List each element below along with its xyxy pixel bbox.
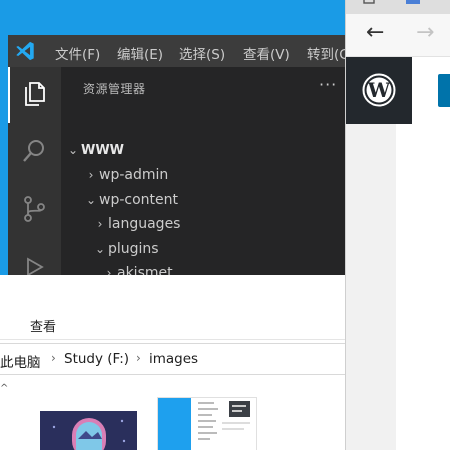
ribbon-divider [0, 339, 345, 340]
thumbnail-artwork-icon [40, 411, 137, 450]
chevron-right-icon: › [51, 351, 56, 365]
chevron-right-icon: › [88, 168, 94, 182]
image-thumbnail[interactable] [40, 411, 137, 450]
back-button[interactable]: ← [366, 20, 384, 45]
tree-item-plugins[interactable]: ⌄ plugins [92, 237, 159, 261]
explorer-title: 资源管理器 [83, 82, 146, 96]
forward-button[interactable]: → [416, 20, 434, 45]
explorer-files-icon[interactable] [20, 79, 48, 107]
active-view-indicator [8, 67, 10, 123]
more-actions-icon[interactable]: ··· [319, 75, 337, 94]
address-bar[interactable]: 此电脑 › Study (F:) › images [0, 343, 345, 375]
search-icon[interactable] [20, 137, 48, 165]
tree-item-wp-content[interactable]: ⌄ wp-content [83, 188, 178, 212]
browser-tab-strip [346, 0, 450, 14]
wp-logo-button[interactable]: W [346, 57, 412, 124]
vscode-titlebar: 文件(F) 编辑(E) 选择(S) 查看(V) 转到(G) [8, 35, 345, 67]
ribbon-tab-view[interactable]: 查看 [30, 316, 56, 335]
tree-root-folder[interactable]: ⌄ WWW [65, 138, 124, 162]
svg-text:W: W [367, 78, 391, 102]
wp-admin-bar: W [346, 57, 450, 124]
menu-view[interactable]: 查看(V) [243, 43, 290, 63]
explorer-sidebar: 资源管理器 ··· ⌄ WWW › wp-admin ⌄ wp-content › la… [61, 67, 345, 280]
file-explorer-window: 查看 此电脑 › Study (F:) › images ^ [0, 275, 345, 450]
wp-primary-button[interactable] [438, 74, 450, 107]
chevron-right-icon: › [136, 351, 141, 365]
browser-window: ← → W [345, 0, 450, 450]
source-control-icon[interactable] [20, 195, 48, 223]
scroll-up-icon[interactable]: ^ [0, 383, 10, 394]
chevron-down-icon: ⌄ [85, 193, 97, 207]
tree-item-label: wp-admin [99, 167, 169, 183]
breadcrumb-this-pc[interactable]: 此电脑 [0, 351, 41, 371]
browser-toolbar: ← → [346, 14, 450, 57]
tab-favicon-icon[interactable] [404, 0, 424, 8]
screenshot-thumbnail[interactable] [157, 397, 257, 450]
tree-item-label: plugins [108, 241, 159, 257]
tree-item-wp-admin[interactable]: › wp-admin [83, 163, 169, 187]
vscode-window: 文件(F) 编辑(E) 选择(S) 查看(V) 转到(G) 资源管理器 ··· [8, 35, 345, 280]
tree-item-label: wp-content [99, 192, 178, 208]
wordpress-logo-icon: W [362, 73, 396, 107]
vscode-logo-icon [16, 41, 34, 61]
breadcrumb-images[interactable]: images [149, 351, 198, 367]
menu-goto[interactable]: 转到(G) [307, 43, 345, 63]
tree-item-languages[interactable]: › languages [92, 212, 181, 236]
chevron-right-icon: › [97, 217, 103, 231]
activity-bar [8, 67, 61, 280]
menu-edit[interactable]: 编辑(E) [117, 43, 163, 63]
thumbnail-screenshot-icon [158, 398, 256, 450]
menu-file[interactable]: 文件(F) [55, 43, 100, 63]
chevron-down-icon: ⌄ [67, 143, 79, 157]
wp-side-panel [346, 124, 396, 450]
menu-selection[interactable]: 选择(S) [179, 43, 225, 63]
chevron-down-icon: ⌄ [94, 242, 106, 256]
tree-item-label: languages [108, 216, 181, 232]
breadcrumb-drive[interactable]: Study (F:) [64, 351, 129, 367]
tab-actions-icon[interactable] [361, 0, 377, 8]
tree-root-label: WWW [81, 143, 125, 158]
